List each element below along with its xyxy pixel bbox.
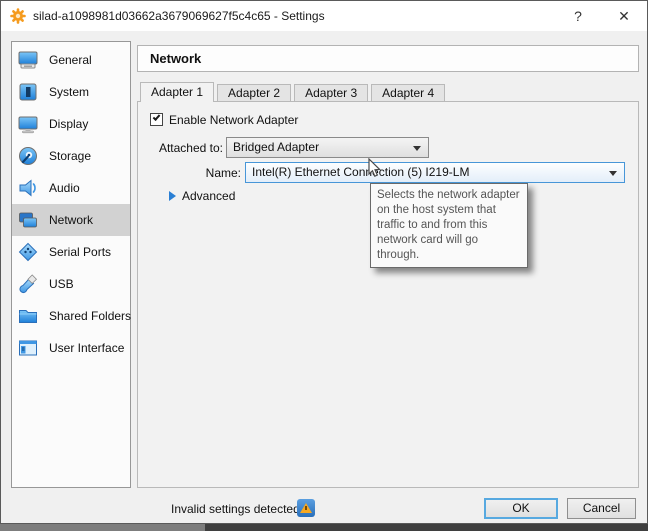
sidebar-item-label: USB	[49, 277, 74, 291]
sidebar-item-label: Serial Ports	[49, 245, 112, 259]
settings-gear-icon	[10, 8, 26, 24]
attached-to-dropdown[interactable]: Bridged Adapter	[226, 137, 429, 158]
checkmark-icon	[152, 113, 161, 121]
sidebar-item-serial-ports[interactable]: Serial Ports	[12, 236, 130, 268]
audio-icon	[19, 179, 36, 197]
sidebar-item-system[interactable]: System	[12, 76, 130, 108]
sidebar-item-label: System	[49, 85, 90, 99]
tab-adapter-1[interactable]: Adapter 1	[140, 82, 215, 102]
tab-adapter-2[interactable]: Adapter 2	[217, 84, 292, 101]
shared-folders-icon	[19, 310, 37, 323]
adapter-tabs: Adapter 1 Adapter 2 Adapter 3 Adapter 4	[140, 82, 448, 102]
sidebar-item-label: General	[49, 53, 92, 67]
sidebar-item-general[interactable]: General	[12, 44, 130, 76]
sidebar-item-storage[interactable]: Storage	[12, 140, 130, 172]
sidebar-item-network[interactable]: Network	[12, 204, 130, 236]
advanced-label: Advanced	[182, 189, 236, 203]
sidebar-item-display[interactable]: Display	[12, 108, 130, 140]
sidebar-item-label: Display	[49, 117, 89, 131]
general-icon	[18, 51, 38, 69]
enable-network-adapter-checkbox[interactable]	[150, 113, 163, 126]
mouse-cursor-icon	[368, 158, 381, 177]
usb-icon	[19, 274, 38, 294]
chevron-down-icon	[609, 171, 617, 176]
cancel-button[interactable]: Cancel	[567, 498, 636, 519]
sidebar-item-audio[interactable]: Audio	[12, 172, 130, 204]
sidebar-item-usb[interactable]: USB	[12, 268, 130, 300]
system-icon	[19, 83, 37, 101]
sidebar-item-label: Shared Folders	[49, 309, 132, 323]
attached-to-value: Bridged Adapter	[233, 140, 320, 154]
sidebar-item-label: User Interface	[49, 341, 125, 355]
warning-triangle-icon	[300, 503, 312, 513]
settings-category-list: General System Display Storage Audio Net…	[11, 41, 131, 488]
adapter-name-dropdown[interactable]: Intel(R) Ethernet Connection (5) I219-LM	[245, 162, 625, 183]
adapter-name-value: Intel(R) Ethernet Connection (5) I219-LM	[252, 165, 470, 179]
attached-to-label: Attached to:	[158, 141, 223, 155]
adapter-1-panel: Enable Network Adapter Attached to: Brid…	[137, 101, 639, 488]
sidebar-item-label: Network	[49, 213, 94, 227]
invalid-settings-status: Invalid settings detected	[171, 502, 300, 516]
expander-arrow-icon	[169, 191, 176, 201]
sidebar-item-user-interface[interactable]: User Interface	[12, 332, 130, 364]
help-button[interactable]: ?	[561, 1, 595, 31]
close-button[interactable]: ✕	[607, 1, 641, 31]
tooltip-text: Selects the network adapter on the host …	[377, 189, 520, 261]
tab-adapter-3[interactable]: Adapter 3	[294, 84, 369, 101]
name-label: Name:	[205, 166, 241, 180]
page-title: Network	[150, 51, 202, 66]
chevron-down-icon	[413, 146, 421, 151]
enable-network-adapter-label: Enable Network Adapter	[169, 113, 299, 127]
sidebar-item-shared-folders[interactable]: Shared Folders	[12, 300, 132, 332]
ok-button[interactable]: OK	[484, 498, 558, 519]
user-interface-icon	[19, 340, 37, 356]
tab-adapter-4[interactable]: Adapter 4	[371, 84, 446, 101]
page-heading-box: Network	[137, 45, 639, 72]
window-title: silad-a1098981d03662a3679069627f5c4c65 -…	[33, 9, 325, 23]
tooltip: Selects the network adapter on the host …	[370, 183, 528, 268]
storage-icon	[19, 147, 37, 165]
sidebar-item-label: Audio	[49, 181, 80, 195]
desktop-background: silad-a1098981d03662a3679069627f5c4c65 -…	[0, 0, 648, 531]
settings-window: silad-a1098981d03662a3679069627f5c4c65 -…	[0, 0, 648, 524]
network-icon	[19, 212, 37, 228]
warning-icon	[297, 499, 315, 517]
serial-ports-icon	[18, 242, 38, 262]
display-icon	[18, 116, 38, 134]
title-bar[interactable]: silad-a1098981d03662a3679069627f5c4c65 -…	[1, 1, 647, 31]
sidebar-item-label: Storage	[49, 149, 92, 163]
